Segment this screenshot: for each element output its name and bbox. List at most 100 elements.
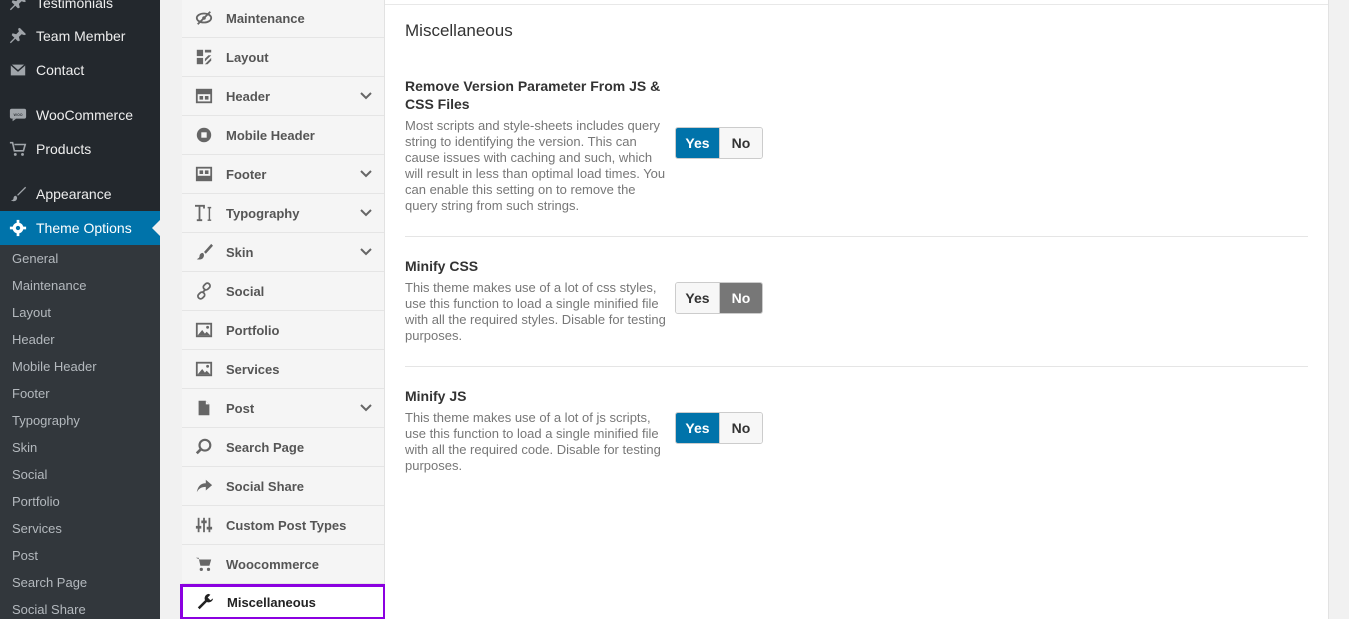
options-nav-label: Social — [226, 283, 265, 299]
options-nav-header[interactable]: Header — [182, 77, 384, 116]
submenu-item-portfolio[interactable]: Portfolio — [0, 488, 160, 515]
link-icon — [182, 282, 226, 300]
options-nav-label: Header — [226, 88, 271, 104]
submenu-item-mobile-header[interactable]: Mobile Header — [0, 353, 160, 380]
section-title: Miscellaneous — [405, 21, 513, 40]
document-icon — [182, 399, 226, 417]
header-icon — [182, 87, 226, 105]
sliders-icon — [182, 516, 226, 534]
image-icon — [182, 360, 226, 378]
mobile-icon — [182, 126, 226, 144]
setting-minify-js: Minify JS This theme makes use of a lot … — [405, 387, 1308, 497]
image-icon — [182, 321, 226, 339]
options-nav-typography[interactable]: Typography — [182, 194, 384, 233]
options-nav-label: Mobile Header — [226, 127, 315, 143]
chevron-down-icon[interactable] — [348, 91, 384, 101]
yes-no-toggle: Yes No — [675, 127, 763, 159]
setting-description: This theme makes use of a lot of css sty… — [405, 280, 666, 343]
options-nav-label: Miscellaneous — [227, 594, 316, 610]
options-nav-skin[interactable]: Skin — [182, 233, 384, 272]
menu-item-team-member[interactable]: Team Member — [0, 19, 160, 53]
menu-item-products[interactable]: Products — [0, 132, 160, 166]
svg-text:woo: woo — [13, 113, 22, 118]
submenu-item-services[interactable]: Services — [0, 515, 160, 542]
chevron-down-icon[interactable] — [348, 247, 384, 257]
submenu-item-social[interactable]: Social — [0, 461, 160, 488]
menu-label: Theme Options — [36, 220, 132, 236]
yes-button[interactable]: Yes — [676, 283, 719, 313]
menu-label: Contact — [36, 62, 85, 78]
options-nav-woocommerce[interactable]: Woocommerce — [182, 545, 384, 584]
options-nav-label: Post — [226, 400, 255, 416]
options-nav-label: Custom Post Types — [226, 517, 347, 533]
options-nav-mobile-header[interactable]: Mobile Header — [182, 116, 384, 155]
submenu-item-typography[interactable]: Typography — [0, 407, 160, 434]
options-nav-footer[interactable]: Footer — [182, 155, 384, 194]
setting-remove-version-param: Remove Version Parameter From JS & CSS F… — [405, 77, 1308, 237]
setting-minify-css: Minify CSS This theme makes use of a lot… — [405, 257, 1308, 367]
options-nav-label: Typography — [226, 205, 300, 221]
options-nav-custom-post-types[interactable]: Custom Post Types — [182, 506, 384, 545]
options-nav-post[interactable]: Post — [182, 389, 384, 428]
cart-icon — [182, 555, 226, 573]
setting-title: Minify CSS — [405, 258, 479, 274]
mail-icon — [0, 61, 36, 79]
submenu-item-search-page[interactable]: Search Page — [0, 569, 160, 596]
no-button[interactable]: No — [719, 283, 762, 313]
menu-item-appearance[interactable]: Appearance — [0, 177, 160, 211]
options-nav-services[interactable]: Services — [182, 350, 384, 389]
chevron-down-icon[interactable] — [348, 403, 384, 413]
options-nav-label: Services — [226, 361, 280, 377]
submenu-item-social-share[interactable]: Social Share — [0, 596, 160, 619]
yes-button[interactable]: Yes — [676, 128, 719, 158]
settings-panel: Miscellaneous Remove Version Parameter F… — [385, 0, 1329, 619]
options-nav-social-share[interactable]: Social Share — [182, 467, 384, 506]
typography-icon — [182, 204, 226, 222]
options-nav-label: Woocommerce — [226, 556, 319, 572]
submenu-item-maintenance[interactable]: Maintenance — [0, 272, 160, 299]
options-nav-social[interactable]: Social — [182, 272, 384, 311]
submenu-item-skin[interactable]: Skin — [0, 434, 160, 461]
yes-no-toggle: Yes No — [675, 282, 763, 314]
submenu-item-layout[interactable]: Layout — [0, 299, 160, 326]
search-icon — [182, 438, 226, 456]
setting-title: Minify JS — [405, 388, 467, 404]
gear-icon — [0, 219, 36, 237]
options-nav-portfolio[interactable]: Portfolio — [182, 311, 384, 350]
menu-item-woocommerce[interactable]: woo WooCommerce — [0, 98, 160, 132]
options-nav-layout[interactable]: Layout — [182, 38, 384, 77]
divider — [385, 4, 1328, 5]
brush-icon — [0, 185, 36, 203]
menu-item-contact[interactable]: Contact — [0, 53, 160, 87]
chevron-down-icon[interactable] — [348, 208, 384, 218]
options-nav-miscellaneous[interactable]: Miscellaneous — [180, 584, 386, 619]
footer-icon — [182, 165, 226, 183]
options-nav-search-page[interactable]: Search Page — [182, 428, 384, 467]
page-background — [1329, 0, 1349, 619]
theme-options-submenu: General Maintenance Layout Header Mobile… — [0, 245, 160, 619]
submenu-item-header[interactable]: Header — [0, 326, 160, 353]
menu-label: Products — [36, 141, 92, 157]
menu-label: Appearance — [36, 186, 112, 202]
wrench-icon — [183, 593, 227, 611]
submenu-item-post[interactable]: Post — [0, 542, 160, 569]
menu-label: Testimonials — [36, 0, 114, 11]
no-button[interactable]: No — [719, 128, 762, 158]
menu-item-testimonials[interactable]: Testimonials — [0, 0, 160, 20]
menu-item-theme-options[interactable]: Theme Options — [0, 211, 160, 245]
pin-icon — [0, 27, 36, 45]
pin-icon — [0, 0, 36, 12]
options-nav-label: Portfolio — [226, 322, 280, 338]
options-nav: Maintenance Layout Header Mobile Header … — [180, 0, 386, 619]
options-nav-label: Search Page — [226, 439, 305, 455]
submenu-item-footer[interactable]: Footer — [0, 380, 160, 407]
options-nav-maintenance[interactable]: Maintenance — [182, 0, 384, 38]
setting-description: Most scripts and style-sheets includes q… — [405, 118, 666, 213]
menu-label: WooCommerce — [36, 107, 133, 123]
yes-button[interactable]: Yes — [676, 413, 719, 443]
submenu-item-general[interactable]: General — [0, 245, 160, 272]
brush-icon — [182, 243, 226, 261]
chevron-down-icon[interactable] — [348, 169, 384, 179]
no-button[interactable]: No — [719, 413, 762, 443]
options-nav-label: Skin — [226, 244, 254, 260]
